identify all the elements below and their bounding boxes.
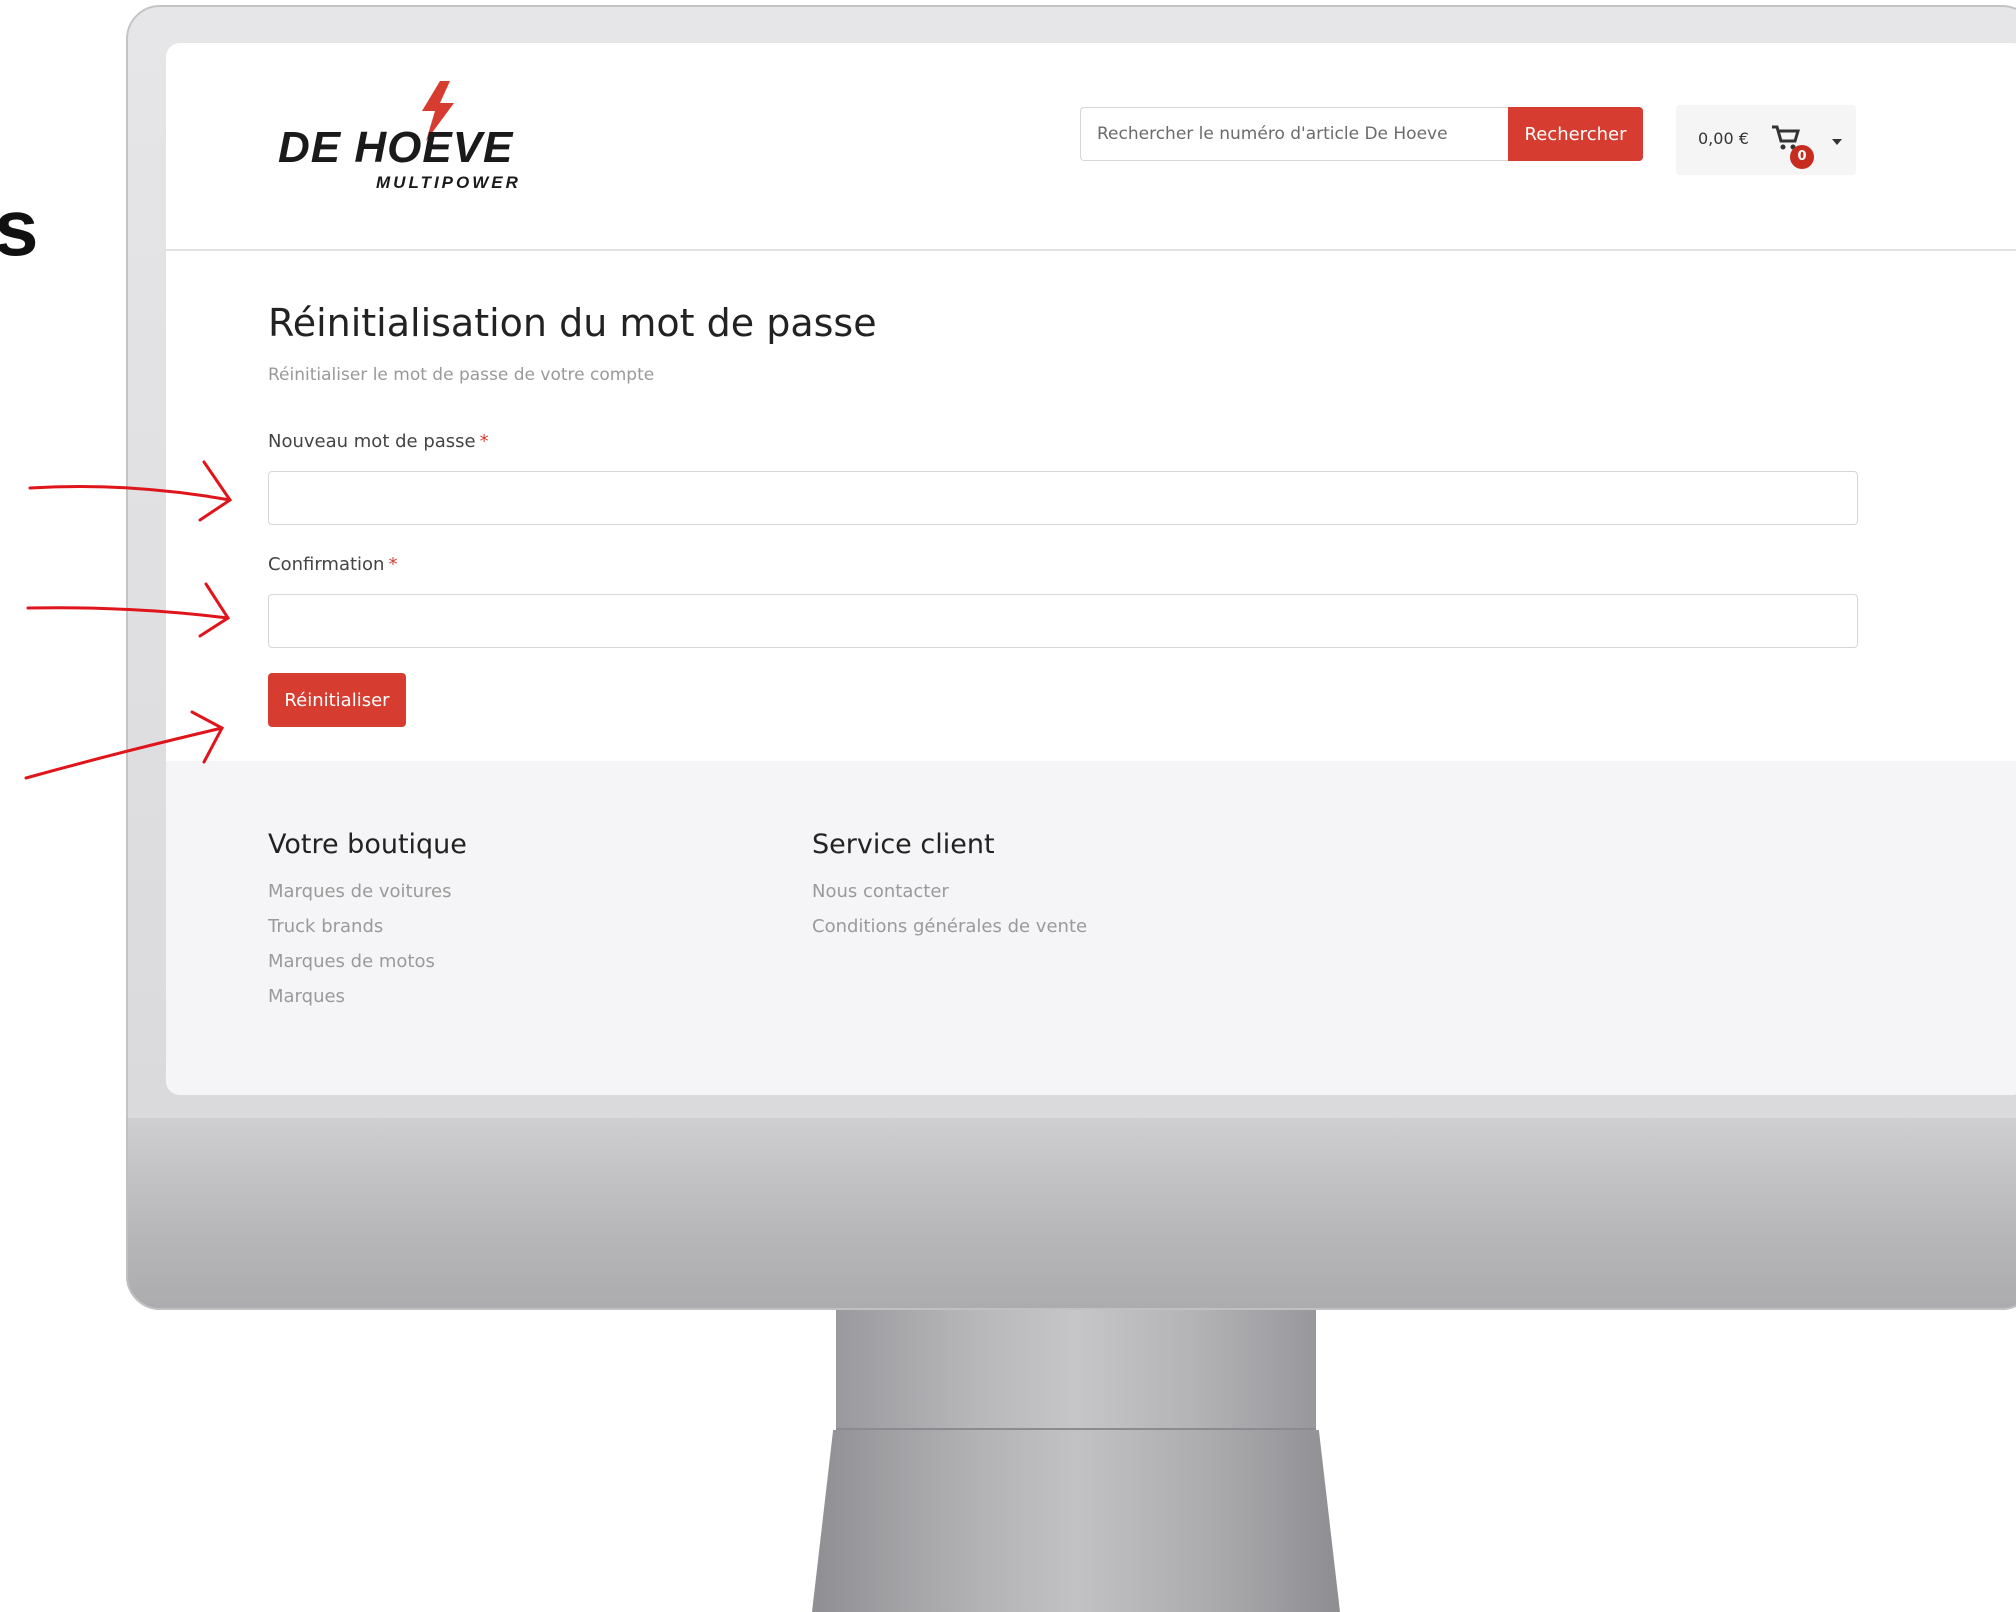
- arrow-to-new-password-field: [28, 460, 233, 522]
- arrow-to-confirmation-field: [26, 582, 231, 638]
- arrow-to-reset-button: [24, 710, 225, 780]
- annotation-arrows: [24, 460, 233, 780]
